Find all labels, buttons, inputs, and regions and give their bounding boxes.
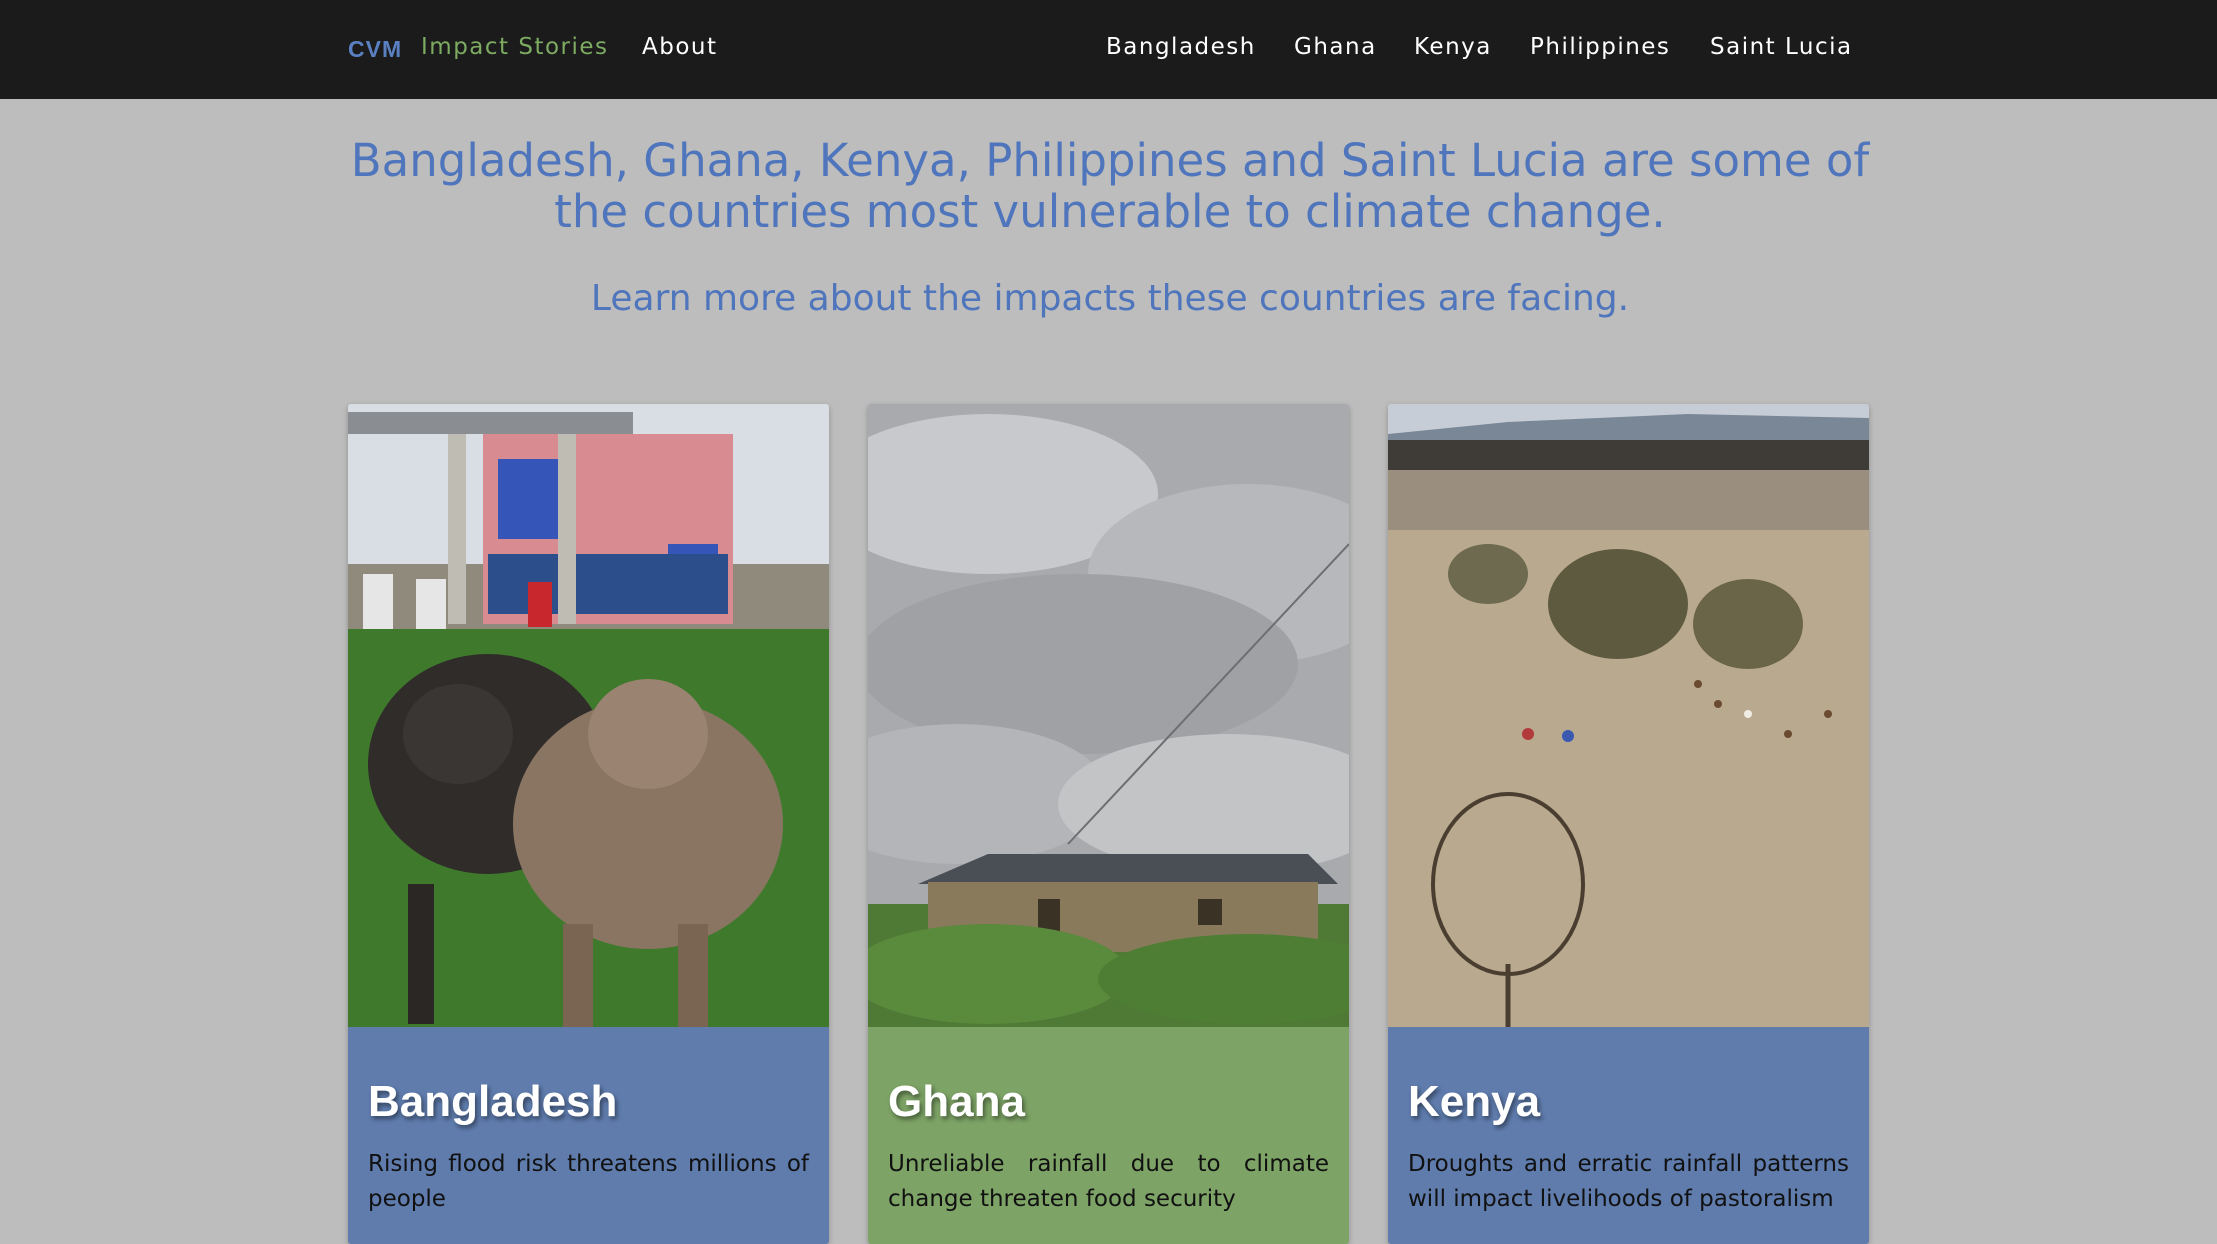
headline-line-2: the countries most vulnerable to climate…	[554, 185, 1666, 238]
card-bangladesh[interactable]: Bangladesh Rising flood risk threatens m…	[348, 404, 829, 1244]
page-subheading: Learn more about the impacts these count…	[590, 278, 1630, 319]
top-navbar: CVM Impact Stories About Bangladesh Ghan…	[0, 0, 2217, 99]
bangladesh-flood-photo	[348, 404, 829, 1027]
card-title: Ghana	[888, 1077, 1025, 1126]
headline-line-1: Bangladesh, Ghana, Kenya, Philippines an…	[350, 134, 1870, 187]
nav-philippines[interactable]: Philippines	[1530, 34, 1670, 60]
kenya-drought-photo	[1388, 404, 1869, 1027]
nav-bangladesh[interactable]: Bangladesh	[1106, 34, 1256, 60]
nav-saint-lucia[interactable]: Saint Lucia	[1710, 34, 1853, 60]
card-kenya-body: Kenya Droughts and erratic rainfall patt…	[1388, 1027, 1869, 1244]
nav-kenya[interactable]: Kenya	[1414, 34, 1492, 60]
card-title: Bangladesh	[368, 1077, 618, 1126]
card-ghana[interactable]: Ghana Unreliable rainfall due to climate…	[868, 404, 1349, 1244]
card-kenya[interactable]: Kenya Droughts and erratic rainfall patt…	[1388, 404, 1869, 1244]
brand-logo[interactable]: CVM	[348, 36, 402, 63]
card-description: Rising flood risk threatens millions of …	[368, 1151, 809, 1212]
ghana-farm-photo	[868, 404, 1349, 1027]
nav-impact-stories[interactable]: Impact Stories	[421, 34, 609, 60]
card-description: Unreliable rainfall due to climate chang…	[888, 1151, 1329, 1212]
card-ghana-body: Ghana Unreliable rainfall due to climate…	[868, 1027, 1349, 1244]
nav-ghana[interactable]: Ghana	[1294, 34, 1377, 60]
page-headline: Bangladesh, Ghana, Kenya, Philippines an…	[340, 135, 1880, 237]
card-title: Kenya	[1408, 1077, 1541, 1126]
card-description: Droughts and erratic rainfall patterns w…	[1408, 1151, 1849, 1212]
nav-about[interactable]: About	[642, 34, 718, 60]
card-bangladesh-body: Bangladesh Rising flood risk threatens m…	[348, 1027, 829, 1244]
